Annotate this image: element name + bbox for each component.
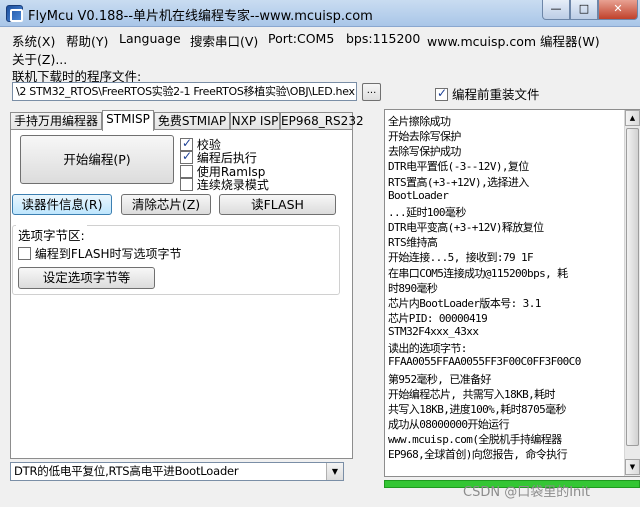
log-line: DTR电平变高(+3-+12V)释放复位	[388, 221, 544, 235]
scroll-up-icon[interactable]: ▲	[625, 110, 640, 126]
reload-file-label: 编程前重装文件	[451, 87, 540, 102]
scroll-down-icon[interactable]: ▼	[625, 459, 640, 475]
tab-nxp-isp[interactable]: NXP ISP	[230, 112, 280, 130]
log-line: 开始编程芯片, 共需写入18KB,耗时	[388, 387, 556, 401]
tab-stmisp[interactable]: STMISP	[102, 110, 154, 131]
log-line: www.mcuisp.com(全脱机手持编程器	[388, 433, 562, 447]
log-line: DTR电平置低(-3--12V),复位	[388, 160, 529, 174]
log-line: 在串口COM5连接成功@115200bps, 耗	[388, 266, 568, 280]
menu-port[interactable]: Port:COM5	[268, 31, 334, 46]
tab-free-stmiap[interactable]: 免费STMIAP	[154, 112, 230, 130]
menu-system[interactable]: 系统(X)	[12, 31, 55, 50]
minimize-button[interactable]: —	[542, 0, 570, 20]
browse-button[interactable]: ...	[362, 83, 381, 101]
read-device-info-button[interactable]: 读器件信息(R)	[12, 194, 112, 215]
menu-programmer[interactable]: www.mcuisp.com 编程器(W)	[427, 31, 600, 50]
title-bar[interactable]: FlyMcu V0.188--单片机在线编程专家--www.mcuisp.com…	[0, 0, 640, 27]
app-icon	[6, 5, 23, 22]
log-output[interactable]: 全片擦除成功 开始去除写保护 去除写保护成功 DTR电平置低(-3--12V),复位 R…	[384, 109, 640, 477]
menu-bar: 系统(X) 帮助(Y) Language 搜索串口(V) Port:COM5 b…	[0, 28, 640, 67]
write-option-bytes-label: 编程到FLASH时写选项字节	[34, 247, 182, 261]
log-line: 芯片PID: 00000419	[388, 311, 488, 325]
write-option-bytes-checkbox[interactable]: 编程到FLASH时写选项字节	[18, 245, 182, 262]
log-line: FFAA0055FFAA0055FF3F00C0FF3F00C0	[388, 355, 581, 369]
log-line: BootLoader	[388, 188, 449, 202]
file-path-input[interactable]: \2 STM32_RTOS\FreeRTOS实验2-1 FreeRTOS移植实验…	[12, 82, 357, 101]
start-programming-button[interactable]: 开始编程(P)	[20, 135, 174, 184]
boot-mode-select[interactable]: DTR的低电平复位,RTS高电平进BootLoader	[10, 462, 344, 481]
log-line: EP968,全球首创)向您报告, 命令执行	[388, 448, 568, 462]
log-line: 开始去除写保护	[388, 130, 461, 144]
log-line: ...延时100毫秒	[388, 205, 466, 219]
log-line: 芯片内BootLoader版本号: 3.1	[388, 296, 541, 310]
maximize-button[interactable]: □	[570, 0, 598, 20]
menu-search-port[interactable]: 搜索串口(V)	[190, 31, 258, 50]
log-line: 共写入18KB,进度100%,耗时8705毫秒	[388, 402, 567, 416]
chevron-down-icon[interactable]: ▼	[326, 463, 343, 480]
menu-language[interactable]: Language	[119, 31, 181, 46]
log-line: 成功从08000000开始运行	[388, 418, 510, 431]
log-line: 去除写保护成功	[388, 145, 461, 159]
continuous-mode-label: 连续烧录模式	[196, 178, 269, 192]
watermark: CSDN @口袋里的Init	[463, 485, 590, 500]
tab-handheld[interactable]: 手持万用编程器	[10, 112, 102, 130]
checkbox-unchecked-icon	[180, 178, 193, 191]
option-bytes-legend: 选项字节区:	[16, 225, 87, 244]
log-line: 全片擦除成功	[388, 115, 451, 128]
log-line: 时890毫秒	[388, 281, 438, 295]
log-line: 开始连接...5, 接收到:79 1F	[388, 251, 534, 265]
log-line: STM32F4xxx_43xx	[388, 325, 479, 339]
close-button[interactable]: ✕	[598, 0, 638, 20]
log-line: RTS置高(+3-+12V),选择进入	[388, 175, 529, 189]
checkbox-unchecked-icon	[18, 247, 31, 260]
tab-ep968[interactable]: EP968_RS232	[280, 112, 364, 130]
log-line: RTS维持高	[388, 236, 438, 250]
reload-file-checkbox[interactable]: 编程前重装文件	[435, 84, 540, 103]
scrollbar-thumb[interactable]	[626, 128, 639, 446]
log-line: 第952毫秒, 已准备好	[388, 372, 492, 386]
window-title: FlyMcu V0.188--单片机在线编程专家--www.mcuisp.com	[28, 9, 373, 24]
menu-bps[interactable]: bps:115200	[346, 31, 420, 46]
menu-help[interactable]: 帮助(Y)	[66, 31, 108, 50]
read-flash-button[interactable]: 读FLASH	[219, 194, 336, 215]
log-line: 读出的选项字节:	[388, 342, 467, 356]
erase-chip-button[interactable]: 清除芯片(Z)	[121, 194, 211, 215]
continuous-mode-checkbox[interactable]: 连续烧录模式	[180, 176, 269, 193]
set-option-bytes-button[interactable]: 设定选项字节等	[18, 267, 155, 289]
checkbox-checked-icon	[435, 86, 448, 101]
log-scrollbar[interactable]: ▲ ▼	[624, 110, 640, 476]
